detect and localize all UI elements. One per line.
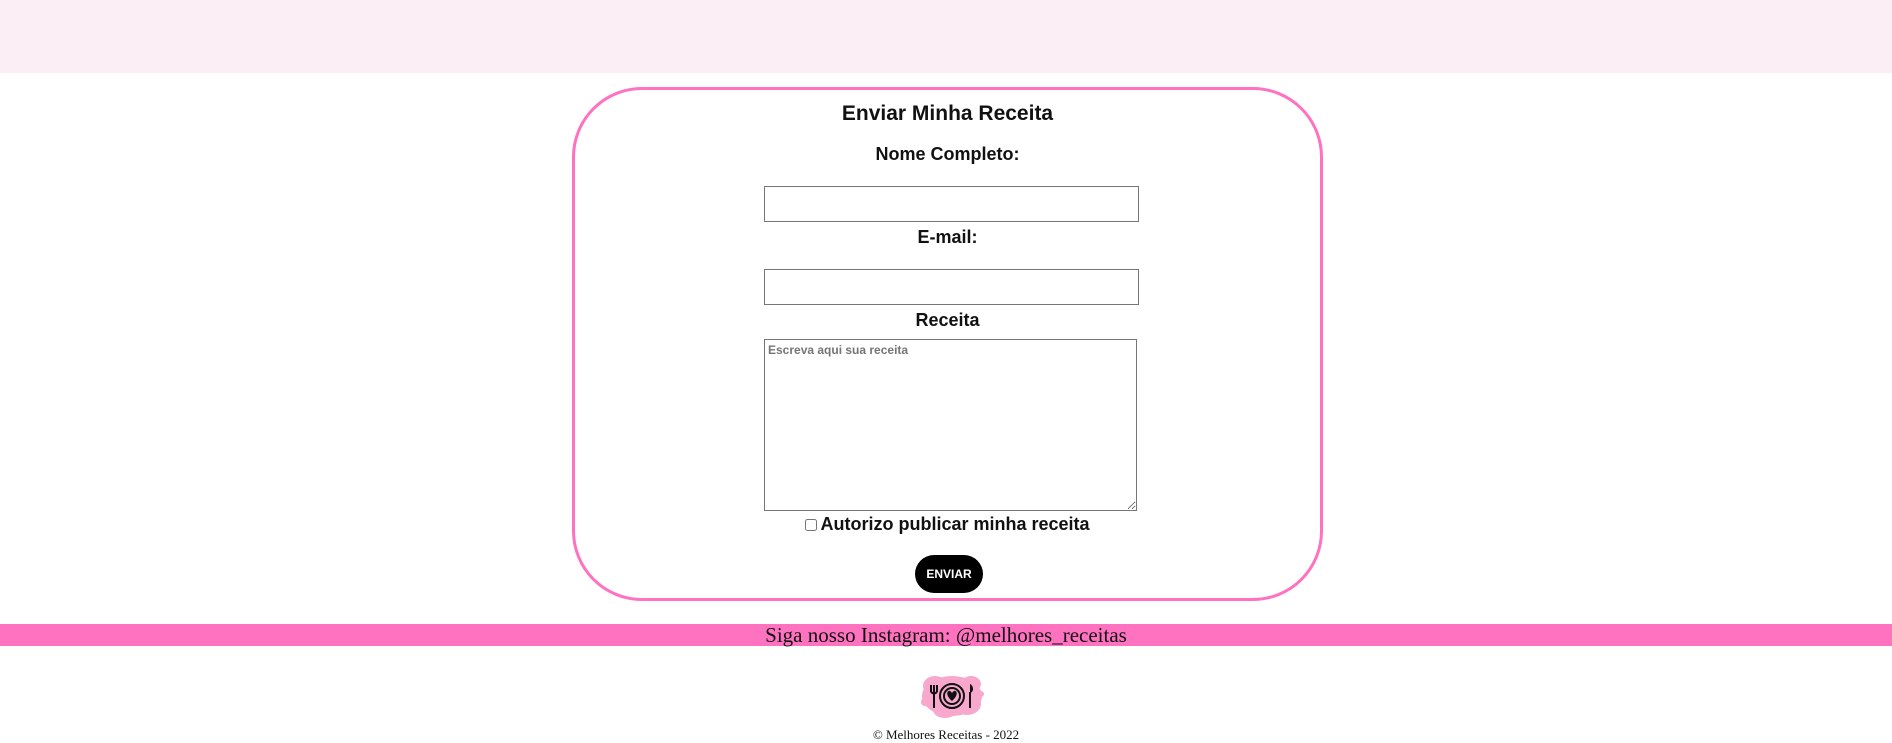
consent-row: Autorizo publicar minha receita bbox=[575, 514, 1320, 535]
form-title: Enviar Minha Receita bbox=[841, 102, 1054, 125]
consent-label: Autorizo publicar minha receita bbox=[820, 514, 1090, 534]
email-input[interactable] bbox=[764, 269, 1139, 305]
instagram-banner: Siga nosso Instagram: @melhores_receitas bbox=[0, 624, 1892, 646]
recipe-textarea[interactable] bbox=[764, 339, 1137, 511]
instagram-text: Siga nosso Instagram: @melhores_receitas bbox=[765, 623, 1127, 647]
top-banner bbox=[0, 0, 1892, 73]
plate-fork-knife-heart-icon bbox=[917, 668, 987, 723]
copyright-text: © Melhores Receitas - 2022 bbox=[872, 727, 1020, 742]
submit-button[interactable]: ENVIAR bbox=[915, 555, 983, 593]
recipe-form-card: Enviar Minha Receita Nome Completo: E-ma… bbox=[572, 87, 1323, 601]
consent-checkbox[interactable] bbox=[805, 518, 818, 531]
name-input[interactable] bbox=[764, 186, 1139, 222]
name-label: Nome Completo: bbox=[875, 144, 1020, 164]
email-label: E-mail: bbox=[917, 227, 978, 247]
recipe-label: Receita bbox=[915, 310, 980, 330]
